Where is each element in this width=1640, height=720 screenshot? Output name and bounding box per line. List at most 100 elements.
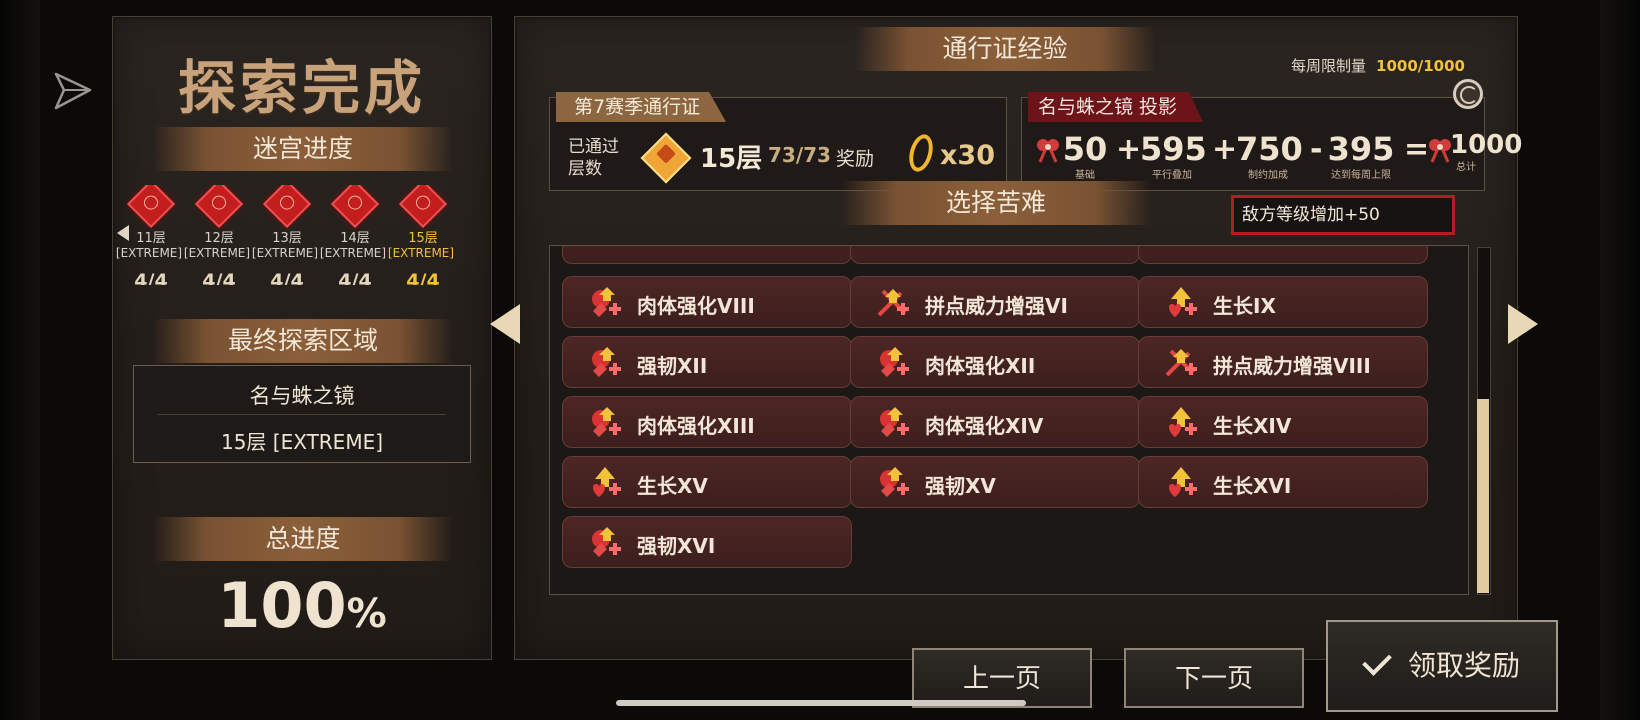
passed-floor: 15层 [700,144,763,174]
maze-progress-banner: 迷宫进度 [153,127,453,171]
floor-number: 13层 [272,231,302,246]
hardship-card-label: 强韧XVI [637,534,716,558]
season-pass-tag: 第7赛季通行证 [556,92,727,122]
refresh-icon[interactable] [1453,79,1483,109]
exp-formula: 50 基础 + 595 平行叠加 + 750 制约加成 - 395 达到每周上限… [1032,130,1522,184]
hardship-card[interactable]: 肉体强化VIII [562,276,852,328]
plus-operator: + [1212,132,1238,167]
hardship-card-label: 生长XIV [1213,414,1292,438]
projection-tag: 名与蛛之镜 投影 [1028,92,1204,122]
share-icon[interactable] [52,70,94,112]
floor-mode: [EXTREME] [115,246,183,260]
clash-power-icon [877,289,909,317]
final-area-box: 名与蛛之镜 15层 [EXTREME] [133,365,471,463]
floor-number: 12层 [204,231,234,246]
total-progress-number: 100 [217,569,347,642]
reward-label: 奖励 [836,148,875,170]
claim-reward-label: 领取奖励 [1407,649,1520,682]
formula-parallel-label: 平行叠加 [1152,170,1192,181]
final-area-floor: 15层 [EXTREME] [220,430,384,454]
growth-icon [1169,287,1197,317]
exploration-summary-panel: 探索完成 迷宫进度 11层 [EXTREME] 4/4 12层 [EXTREME… [112,16,492,660]
floor-number: 15层 [408,231,438,246]
weekly-limit-value: 1000/1000 [1376,57,1465,75]
hardship-card[interactable]: 肉体强化XIV [850,396,1140,448]
hardship-card[interactable]: 生长XVI [1138,456,1428,508]
scrollbar-thumb[interactable] [1477,399,1489,593]
hardship-card[interactable]: 拼点威力增强VIII [1138,336,1428,388]
enemy-level-notice: 敌方等级增加+50 [1231,195,1455,235]
formula-parallel-value: 595 [1140,130,1207,168]
floor-progress: 4/4 [338,270,372,285]
hardship-card-partial[interactable] [850,246,1140,264]
hardship-card-label: 拼点威力增强VI [925,294,1068,318]
currency-ring-icon [905,131,937,175]
muscle-icon [880,467,909,497]
floor-number: 14层 [340,231,370,246]
season-pass-box: 第7赛季通行证 已通过层数 15层 73/73 奖励 x30 [549,92,1007,191]
hardship-card-label: 肉体强化XIV [925,414,1044,438]
passed-count: 73/73 [768,143,831,167]
hardship-card[interactable]: 强韧XII [562,336,852,388]
hardship-card-list[interactable]: 肉体强化VIII 拼点威力增强VI 生长IX 强韧XII 肉体强化XII 拼点威力增强VI… [549,245,1469,595]
floor-progress: 4/4 [134,270,168,285]
hardship-card[interactable]: 强韧XVI [562,516,852,568]
final-area-name: 名与蛛之镜 [249,384,355,408]
hardship-card[interactable]: 生长IX [1138,276,1428,328]
floor-emblem-icon [194,185,244,229]
hardship-card-partial[interactable] [562,246,852,264]
growth-icon [593,467,621,497]
floor-progress: 4/4 [270,270,304,285]
formula-base-label: 基础 [1075,170,1095,181]
claim-reward-button[interactable]: 领取奖励 [1326,620,1558,712]
hardship-card[interactable]: 生长XIV [1138,396,1428,448]
hardship-card-label: 生长XV [637,474,708,498]
hardship-card[interactable]: 强韧XV [850,456,1140,508]
formula-contract: 750 制约加成 [1236,130,1303,181]
hardship-card[interactable]: 肉体强化XIII [562,396,852,448]
hardship-card-partial[interactable] [1138,246,1428,264]
formula-base: 50 基础 [1062,130,1108,181]
formula-contract-value: 750 [1236,130,1303,168]
floor-item: 14层 [EXTREME] 4/4 [320,185,387,285]
clash-power-icon [1165,349,1197,377]
formula-cap-value: 395 [1327,130,1395,168]
hardship-card-label: 强韧XV [925,474,996,498]
next-page-button[interactable]: 下一页 [1124,648,1304,708]
formula-cap: 395 达到每周上限 [1324,130,1398,181]
hardship-card-label: 生长XVI [1213,474,1292,498]
plus-operator: + [1116,132,1142,167]
formula-total: 1000 总计 [1450,130,1522,173]
muscle-icon [592,287,621,317]
frame-right-edge [1600,0,1640,720]
home-indicator [616,700,1026,706]
hardship-card[interactable]: 拼点威力增强VI [850,276,1140,328]
muscle-icon [592,407,621,437]
total-progress-value: 100% [113,569,491,642]
floor-emblem-icon [330,185,380,229]
divider [158,414,446,415]
formula-cap-label: 达到每周上限 [1331,170,1391,181]
floor-item: 11层 [EXTREME] 4/4 [116,185,183,285]
floor-number: 11层 [136,231,166,246]
hardship-card-label: 拼点威力增强VIII [1213,354,1371,378]
formula-total-label: 总计 [1456,162,1476,173]
hardship-card-label: 生长IX [1213,294,1276,318]
next-arrow-icon[interactable] [1508,304,1538,344]
floor-badge-icon [640,132,692,184]
passed-floors-label: 已通过层数 [568,137,619,179]
floor-emblem-icon [262,185,312,229]
floor-emblem-icon [126,185,176,229]
ribbon-icon [1037,139,1059,163]
reward-panel: 通行证经验 每周限制量 1000/1000 第7赛季通行证 已通过层数 15层 7… [514,16,1522,688]
muscle-icon [880,347,909,377]
hardship-card[interactable]: 生长XV [562,456,852,508]
prev-page-button[interactable]: 上一页 [912,648,1092,708]
floor-mode: [EXTREME] [251,246,319,260]
floor-progress-row: 11层 [EXTREME] 4/4 12层 [EXTREME] 4/4 13层 … [113,185,491,285]
exploration-complete-title: 探索完成 [177,54,426,122]
prev-arrow-icon[interactable] [490,304,520,344]
floor-mode: [EXTREME] [319,246,387,260]
hardship-card[interactable]: 肉体强化XII [850,336,1140,388]
formula-base-value: 50 [1062,130,1108,168]
